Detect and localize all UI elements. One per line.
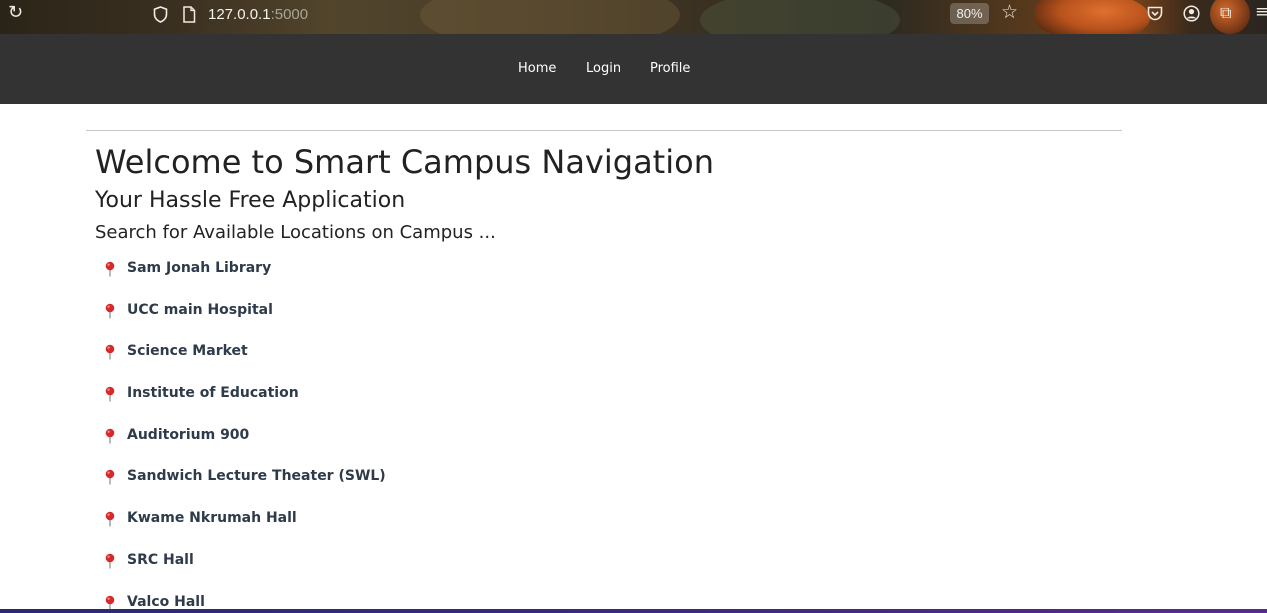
- location-item[interactable]: Institute of Education: [103, 383, 386, 425]
- site-navbar: Home Login Profile: [0, 34, 1267, 104]
- map-pin-icon: [105, 511, 115, 527]
- map-pin-icon: [105, 470, 115, 485]
- nav-home-link[interactable]: Home: [518, 61, 556, 76]
- browser-toolbar: ↻ 127.0.0.1:5000 80% ☆ ⧉ ≡: [0, 0, 1267, 34]
- locations-list: Sam Jonah Library UCC main Hospital Scie…: [103, 258, 386, 613]
- zoom-level-badge[interactable]: 80%: [950, 3, 989, 24]
- page-subtitle: Your Hassle Free Application: [95, 188, 406, 213]
- location-item[interactable]: Sam Jonah Library: [103, 258, 386, 300]
- location-link[interactable]: Sandwich Lecture Theater (SWL): [127, 466, 386, 486]
- horizontal-divider: [86, 130, 1122, 131]
- page-title: Welcome to Smart Campus Navigation: [95, 143, 714, 181]
- location-item[interactable]: SRC Hall: [103, 550, 386, 592]
- location-item[interactable]: Auditorium 900: [103, 425, 386, 467]
- nav-login-link[interactable]: Login: [586, 61, 621, 76]
- taskbar-strip: [0, 609, 1267, 613]
- url-port: :5000: [270, 6, 309, 23]
- location-item[interactable]: UCC main Hospital: [103, 300, 386, 342]
- menu-icon[interactable]: ≡: [1255, 4, 1267, 21]
- locations-heading: Search for Available Locations on Campus…: [95, 222, 496, 243]
- page-icon[interactable]: [182, 6, 196, 23]
- theme-background: [700, 0, 900, 34]
- bookmark-star-icon[interactable]: ☆: [1001, 3, 1018, 22]
- map-pin-icon: [105, 303, 115, 319]
- theme-background: [420, 0, 680, 34]
- location-link[interactable]: Science Market: [127, 341, 248, 361]
- location-link[interactable]: Sam Jonah Library: [127, 258, 271, 278]
- map-pin-icon: [105, 428, 115, 444]
- location-link[interactable]: Kwame Nkrumah Hall: [127, 508, 297, 528]
- pocket-icon[interactable]: [1147, 6, 1163, 21]
- theme-fox-image: [1035, 0, 1150, 34]
- extensions-icon[interactable]: ⧉: [1220, 5, 1231, 21]
- location-link[interactable]: UCC main Hospital: [127, 300, 273, 320]
- shield-icon[interactable]: [153, 6, 168, 23]
- location-item[interactable]: Science Market: [103, 341, 386, 383]
- map-pin-icon: [105, 386, 115, 402]
- url-host: 127.0.0.1: [208, 6, 271, 23]
- location-item[interactable]: Kwame Nkrumah Hall: [103, 508, 386, 550]
- map-pin-icon: [105, 261, 115, 277]
- address-bar[interactable]: 127.0.0.1:5000: [208, 6, 308, 23]
- map-pin-icon: [105, 345, 115, 360]
- location-item[interactable]: Sandwich Lecture Theater (SWL): [103, 466, 386, 508]
- map-pin-icon: [105, 553, 115, 569]
- location-link[interactable]: Institute of Education: [127, 383, 299, 403]
- reload-icon[interactable]: ↻: [8, 4, 23, 22]
- nav-profile-link[interactable]: Profile: [650, 61, 690, 76]
- account-icon[interactable]: [1183, 5, 1200, 22]
- location-link[interactable]: SRC Hall: [127, 550, 194, 570]
- location-link[interactable]: Auditorium 900: [127, 425, 249, 445]
